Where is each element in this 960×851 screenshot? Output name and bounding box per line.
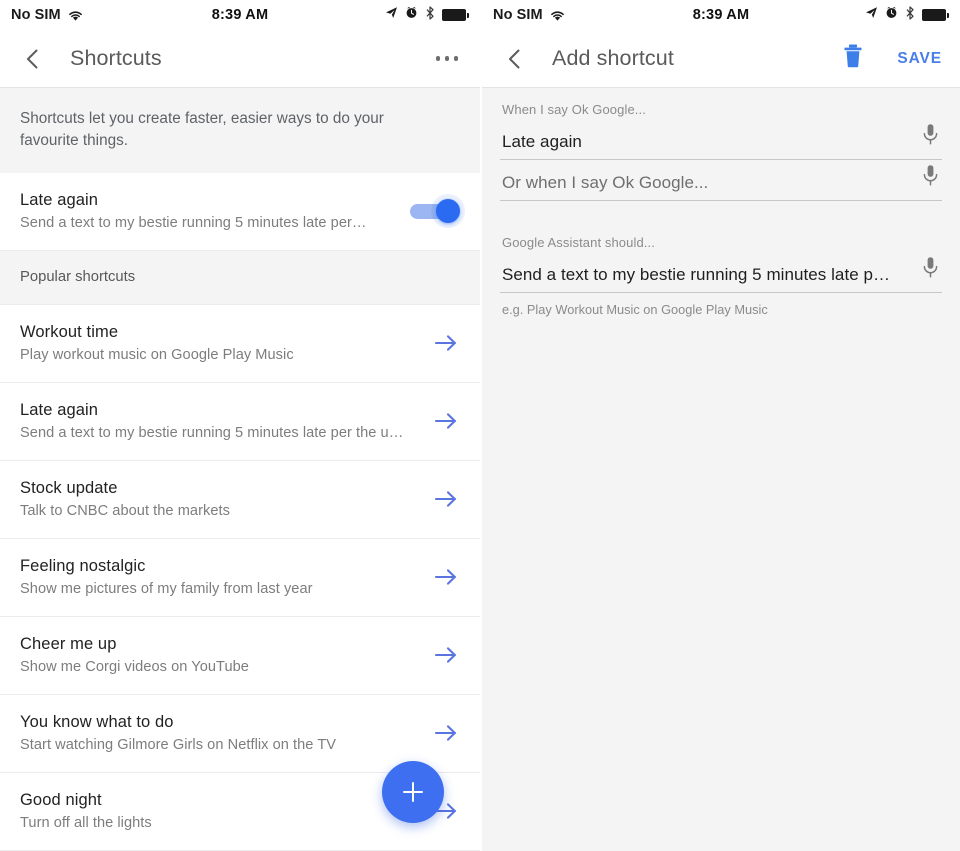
popular-shortcut-subtitle: Show me pictures of my family from last … xyxy=(20,581,313,598)
bluetooth-icon xyxy=(425,5,435,25)
page-title: Shortcuts xyxy=(70,46,162,70)
microphone-icon[interactable] xyxy=(921,123,940,152)
add-shortcut-fab[interactable] xyxy=(382,761,444,823)
bluetooth-icon xyxy=(905,5,915,25)
popular-shortcut-row[interactable]: Cheer me up Show me Corgi videos on YouTu… xyxy=(0,617,480,696)
alarm-icon xyxy=(405,6,418,24)
add-shortcut-screen: No SIM 8:39 AM Add shortcut SAVE When I … xyxy=(480,0,960,851)
popular-shortcut-row[interactable]: Feeling nostalgic Show me pictures of my … xyxy=(0,539,480,618)
my-shortcut-subtitle: Send a text to my bestie running 5 minut… xyxy=(20,215,367,232)
field-line xyxy=(500,256,942,293)
field-line xyxy=(500,123,942,160)
empty-area xyxy=(482,345,960,851)
app-bar-right: Add shortcut SAVE xyxy=(482,30,960,88)
popular-shortcut-text: Feeling nostalgic Show me pictures of my … xyxy=(20,557,432,597)
field-label: When I say Ok Google... xyxy=(502,102,646,117)
field-hint: e.g. Play Workout Music on Google Play M… xyxy=(502,302,768,317)
shortcuts-list-screen: No SIM 8:39 AM Shortcuts Shortcuts let y… xyxy=(0,0,480,851)
status-bar-left: No SIM 8:39 AM xyxy=(0,0,480,30)
my-shortcut-text: Late again Send a text to my bestie runn… xyxy=(20,191,410,231)
arrow-right-icon[interactable] xyxy=(432,329,460,357)
arrow-right-icon[interactable] xyxy=(432,641,460,669)
form-field-group: When I say Ok Google... xyxy=(500,102,942,160)
popular-shortcut-subtitle: Send a text to my bestie running 5 minut… xyxy=(20,425,404,442)
form-field-group xyxy=(500,164,942,231)
popular-shortcut-row[interactable]: Workout time Play workout music on Google… xyxy=(0,305,480,384)
popular-shortcut-title: Feeling nostalgic xyxy=(20,557,146,576)
battery-icon xyxy=(922,9,949,21)
popular-shortcut-subtitle: Talk to CNBC about the markets xyxy=(20,503,230,520)
popular-shortcut-row[interactable]: Late again Send a text to my bestie runni… xyxy=(0,383,480,462)
back-chevron-icon[interactable] xyxy=(502,46,528,72)
popular-shortcut-text: Late again Send a text to my bestie runni… xyxy=(20,401,432,441)
plus-icon-vertical xyxy=(411,782,415,802)
field-line xyxy=(500,164,942,201)
shortcut-form: When I say Ok Google... Google Assistant … xyxy=(482,88,960,345)
app-bar-left: Shortcuts xyxy=(0,30,480,88)
form-field-group: Google Assistant should... e.g. Play Work… xyxy=(500,235,942,317)
location-arrow-icon xyxy=(865,6,878,24)
popular-shortcut-title: Cheer me up xyxy=(20,635,117,654)
arrow-right-icon[interactable] xyxy=(432,407,460,435)
arrow-right-icon[interactable] xyxy=(432,719,460,747)
popular-shortcut-subtitle: Play workout music on Google Play Music xyxy=(20,347,294,364)
shortcut-enabled-toggle[interactable] xyxy=(410,198,460,224)
field-spacer xyxy=(500,201,942,231)
popular-shortcut-subtitle: Start watching Gilmore Girls on Netflix … xyxy=(20,737,337,754)
popular-shortcut-subtitle: Turn off all the lights xyxy=(20,815,152,832)
popular-shortcut-text: Good night Turn off all the lights xyxy=(20,791,432,831)
popular-shortcut-text: You know what to do Start watching Gilmor… xyxy=(20,713,432,753)
shortcut-text-input[interactable] xyxy=(502,132,911,152)
save-button[interactable]: SAVE xyxy=(897,50,942,68)
field-label: Google Assistant should... xyxy=(502,235,655,250)
popular-shortcut-text: Workout time Play workout music on Google… xyxy=(20,323,432,363)
shortcut-text-input[interactable] xyxy=(502,265,911,285)
microphone-icon[interactable] xyxy=(921,164,940,193)
popular-shortcut-text: Cheer me up Show me Corgi videos on YouTu… xyxy=(20,635,432,675)
back-chevron-icon[interactable] xyxy=(20,46,46,72)
popular-shortcut-title: Workout time xyxy=(20,323,119,342)
overflow-menu-icon[interactable] xyxy=(432,48,463,69)
toggle-thumb xyxy=(436,199,460,224)
popular-shortcut-title: You know what to do xyxy=(20,713,174,732)
arrow-right-icon[interactable] xyxy=(432,563,460,591)
alarm-icon xyxy=(885,6,898,24)
location-arrow-icon xyxy=(385,6,398,24)
status-bar-right-group xyxy=(385,5,469,25)
add-shortcut-body: When I say Ok Google... Google Assistant … xyxy=(482,88,960,851)
popular-shortcuts-header-label: Popular shortcuts xyxy=(20,269,136,286)
popular-shortcut-title: Stock update xyxy=(20,479,118,498)
shortcut-text-input[interactable] xyxy=(502,173,911,193)
my-shortcut-row[interactable]: Late again Send a text to my bestie runn… xyxy=(0,173,480,252)
microphone-icon[interactable] xyxy=(921,256,940,285)
arrow-right-icon[interactable] xyxy=(432,485,460,513)
my-shortcut-title: Late again xyxy=(20,191,99,210)
delete-icon[interactable] xyxy=(843,44,863,73)
status-bar-right-icons xyxy=(865,5,949,25)
form-fields: When I say Ok Google... Google Assistant … xyxy=(500,102,942,317)
popular-shortcuts-header: Popular shortcuts xyxy=(0,251,480,306)
popular-shortcut-subtitle: Show me Corgi videos on YouTube xyxy=(20,659,249,676)
popular-shortcut-text: Stock update Talk to CNBC about the marke… xyxy=(20,479,432,519)
dual-screenshot-container: No SIM 8:39 AM Shortcuts Shortcuts let y… xyxy=(0,0,960,851)
page-title: Add shortcut xyxy=(552,46,674,70)
intro-blurb: Shortcuts let you create faster, easier … xyxy=(0,88,480,174)
status-bar-right: No SIM 8:39 AM xyxy=(482,0,960,30)
intro-blurb-text: Shortcuts let you create faster, easier … xyxy=(20,110,384,149)
battery-icon xyxy=(442,9,469,21)
popular-shortcut-row[interactable]: Stock update Talk to CNBC about the marke… xyxy=(0,461,480,540)
popular-shortcut-title: Good night xyxy=(20,791,102,810)
popular-shortcut-title: Late again xyxy=(20,401,99,420)
